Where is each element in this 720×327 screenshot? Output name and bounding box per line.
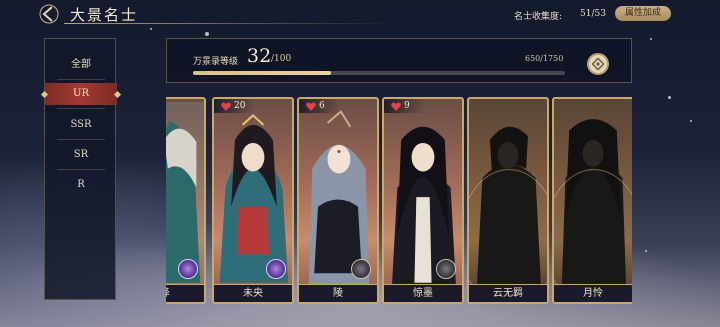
affection-tag: 20	[214, 99, 254, 113]
heart-icon	[391, 102, 401, 111]
attribute-bonus-button[interactable]: 属性加成	[615, 6, 671, 21]
character-card-locked[interactable]: 云无羁	[467, 97, 549, 304]
back-arrow-icon	[39, 4, 59, 24]
element-badge-icon	[436, 259, 456, 279]
character-card[interactable]: 20 未央	[212, 97, 294, 304]
level-max: /100	[271, 54, 292, 64]
rarity-sidebar: 全部 UR SSR SR R	[40, 38, 122, 300]
diamond-ornament-icon	[113, 90, 122, 99]
exp-progress-bar	[193, 71, 565, 75]
affection-tag: 9	[384, 99, 424, 113]
affection-count: 6	[319, 101, 325, 111]
level-reward-button[interactable]	[587, 53, 609, 75]
character-card[interactable]: 9 惊墨	[382, 97, 464, 304]
seal-icon	[592, 58, 604, 70]
character-name: 月怜	[554, 284, 632, 302]
element-badge-icon	[266, 259, 286, 279]
sidebar-item-label: UR	[73, 88, 89, 99]
sidebar-item-all[interactable]: 全部	[45, 54, 117, 76]
sidebar-item-r[interactable]: R	[45, 174, 117, 196]
level-label: 万景录等级	[193, 57, 239, 67]
heart-icon	[306, 102, 316, 111]
character-name: 未央	[214, 284, 292, 302]
character-name: 云无羁	[469, 284, 547, 302]
affection-count: 20	[234, 101, 246, 111]
level-current: 32	[247, 45, 272, 67]
collection-label: 名士收集度:	[514, 12, 563, 22]
sidebar-item-sr[interactable]: SR	[45, 144, 117, 166]
sidebar-divider	[57, 169, 105, 170]
character-name: 陵	[299, 284, 377, 302]
exp-progress-fill	[193, 71, 331, 75]
character-name: 惊墨	[384, 284, 462, 302]
diamond-ornament-icon	[40, 90, 49, 99]
top-bar: 大景名士 名士收集度: 51/53 属性加成	[0, 0, 720, 28]
affection-tag: 6	[299, 99, 339, 113]
character-card[interactable]: 泽	[166, 97, 206, 304]
sidebar-divider	[57, 79, 105, 80]
character-card-locked[interactable]: 月怜	[552, 97, 632, 304]
title-divider	[64, 23, 394, 24]
sidebar-item-ur[interactable]: UR	[40, 83, 122, 105]
page-title: 大景名士	[70, 6, 139, 24]
character-name: 泽	[166, 284, 204, 302]
exp-text: 650/1750	[525, 54, 564, 63]
element-badge-icon	[351, 259, 371, 279]
character-card-list: 泽 20 未央 6 陵	[166, 97, 632, 307]
back-button[interactable]	[38, 4, 60, 24]
affection-count: 9	[404, 101, 410, 111]
sidebar-divider	[57, 108, 105, 109]
character-card[interactable]: 6 陵	[297, 97, 379, 304]
level-panel: 万景录等级 32 /100 650/1750	[166, 38, 632, 83]
sidebar-divider	[57, 139, 105, 140]
sidebar-item-ssr[interactable]: SSR	[45, 114, 117, 136]
element-badge-icon	[178, 259, 198, 279]
heart-icon	[221, 102, 231, 111]
collection-value: 51/53	[580, 9, 606, 19]
